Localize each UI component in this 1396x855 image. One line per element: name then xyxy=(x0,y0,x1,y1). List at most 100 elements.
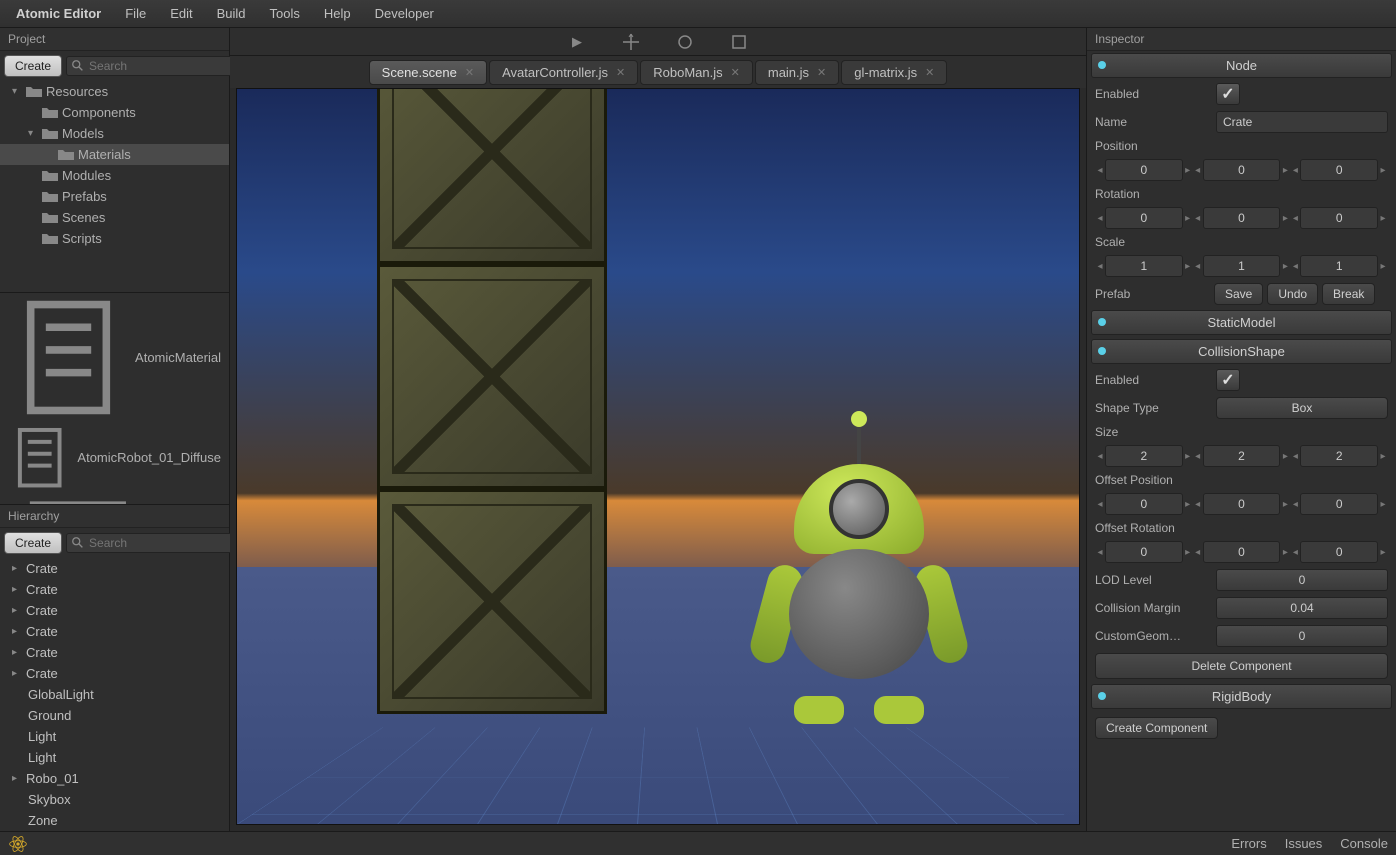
spinner-input[interactable] xyxy=(1203,493,1281,515)
decrement-icon[interactable]: ◂ xyxy=(1193,451,1203,462)
tree-item-folder[interactable]: Components xyxy=(0,102,229,123)
hierarchy-item[interactable]: ▸Robo_01 xyxy=(0,768,229,789)
increment-icon[interactable]: ▸ xyxy=(1183,213,1193,224)
hierarchy-item[interactable]: Ground xyxy=(0,705,229,726)
hierarchy-item[interactable]: Skybox xyxy=(0,789,229,810)
custom-geom-value[interactable]: 0 xyxy=(1216,625,1388,647)
asset-item[interactable]: AtomicRobot_01_Diffuse xyxy=(0,422,229,493)
decrement-icon[interactable]: ◂ xyxy=(1290,451,1300,462)
tree-item-folder[interactable]: Scripts xyxy=(0,228,229,249)
decrement-icon[interactable]: ◂ xyxy=(1095,451,1105,462)
size-x[interactable]: ◂▸ xyxy=(1095,445,1193,467)
hierarchy-item[interactable]: ▸Crate xyxy=(0,600,229,621)
rotation-y[interactable]: ◂▸ xyxy=(1193,207,1291,229)
rotate-tool-icon[interactable] xyxy=(673,30,697,54)
position-x[interactable]: ◂▸ xyxy=(1095,159,1193,181)
status-errors[interactable]: Errors xyxy=(1231,836,1266,851)
decrement-icon[interactable]: ◂ xyxy=(1193,261,1203,272)
spinner-input[interactable] xyxy=(1105,541,1183,563)
spinner-input[interactable] xyxy=(1300,541,1378,563)
hierarchy-item[interactable]: ▸Crate xyxy=(0,558,229,579)
collisionshape-section-header[interactable]: CollisionShape xyxy=(1091,339,1392,364)
increment-icon[interactable]: ▸ xyxy=(1280,213,1290,224)
prefab-save-button[interactable]: Save xyxy=(1214,283,1263,305)
close-icon[interactable]: ✕ xyxy=(925,66,934,79)
offset-pos-y[interactable]: ◂▸ xyxy=(1193,493,1291,515)
increment-icon[interactable]: ▸ xyxy=(1378,165,1388,176)
project-create-button[interactable]: Create xyxy=(4,55,62,77)
close-icon[interactable]: ✕ xyxy=(616,66,625,79)
scale-x[interactable]: ◂▸ xyxy=(1095,255,1193,277)
cs-enabled-checkbox[interactable] xyxy=(1216,369,1240,391)
hierarchy-item[interactable]: ▸Crate xyxy=(0,642,229,663)
spinner-input[interactable] xyxy=(1300,159,1378,181)
close-icon[interactable]: ✕ xyxy=(465,66,474,79)
increment-icon[interactable]: ▸ xyxy=(1378,547,1388,558)
size-z[interactable]: ◂▸ xyxy=(1290,445,1388,467)
decrement-icon[interactable]: ◂ xyxy=(1193,213,1203,224)
editor-tab[interactable]: main.js✕ xyxy=(755,60,839,85)
hierarchy-search[interactable] xyxy=(66,533,249,553)
project-search-input[interactable] xyxy=(89,59,244,73)
spinner-input[interactable] xyxy=(1300,207,1378,229)
tree-item-folder[interactable]: Prefabs xyxy=(0,186,229,207)
lod-level-value[interactable]: 0 xyxy=(1216,569,1388,591)
hierarchy-create-button[interactable]: Create xyxy=(4,532,62,554)
hierarchy-item[interactable]: ▸Crate xyxy=(0,663,229,684)
spinner-input[interactable] xyxy=(1300,255,1378,277)
spinner-input[interactable] xyxy=(1105,159,1183,181)
menu-help[interactable]: Help xyxy=(312,6,363,21)
collision-margin-value[interactable]: 0.04 xyxy=(1216,597,1388,619)
decrement-icon[interactable]: ◂ xyxy=(1095,165,1105,176)
delete-component-button[interactable]: Delete Component xyxy=(1095,653,1388,679)
create-component-button[interactable]: Create Component xyxy=(1095,717,1218,739)
hierarchy-item[interactable]: ▸Crate xyxy=(0,621,229,642)
spinner-input[interactable] xyxy=(1300,445,1378,467)
increment-icon[interactable]: ▸ xyxy=(1183,547,1193,558)
decrement-icon[interactable]: ◂ xyxy=(1290,499,1300,510)
menu-tools[interactable]: Tools xyxy=(258,6,312,21)
increment-icon[interactable]: ▸ xyxy=(1183,499,1193,510)
scene-viewport[interactable] xyxy=(236,88,1080,825)
spinner-input[interactable] xyxy=(1203,445,1281,467)
increment-icon[interactable]: ▸ xyxy=(1183,451,1193,462)
tree-item-folder[interactable]: Materials xyxy=(0,144,229,165)
hierarchy-search-input[interactable] xyxy=(89,536,244,550)
staticmodel-section-header[interactable]: StaticModel xyxy=(1091,310,1392,335)
decrement-icon[interactable]: ◂ xyxy=(1095,547,1105,558)
position-z[interactable]: ◂▸ xyxy=(1290,159,1388,181)
tree-item-folder[interactable]: ▾Resources xyxy=(0,81,229,102)
decrement-icon[interactable]: ◂ xyxy=(1095,261,1105,272)
spinner-input[interactable] xyxy=(1105,207,1183,229)
prefab-break-button[interactable]: Break xyxy=(1322,283,1375,305)
increment-icon[interactable]: ▸ xyxy=(1183,165,1193,176)
editor-tab[interactable]: Scene.scene✕ xyxy=(369,60,487,85)
rotation-x[interactable]: ◂▸ xyxy=(1095,207,1193,229)
shape-type-dropdown[interactable]: Box xyxy=(1216,397,1388,419)
decrement-icon[interactable]: ◂ xyxy=(1290,213,1300,224)
hierarchy-item[interactable]: Light xyxy=(0,726,229,747)
spinner-input[interactable] xyxy=(1105,493,1183,515)
decrement-icon[interactable]: ◂ xyxy=(1290,547,1300,558)
increment-icon[interactable]: ▸ xyxy=(1183,261,1193,272)
decrement-icon[interactable]: ◂ xyxy=(1193,547,1203,558)
node-section-header[interactable]: Node xyxy=(1091,53,1392,78)
decrement-icon[interactable]: ◂ xyxy=(1095,499,1105,510)
spinner-input[interactable] xyxy=(1300,493,1378,515)
editor-tab[interactable]: AvatarController.js✕ xyxy=(489,60,638,85)
menu-build[interactable]: Build xyxy=(205,6,258,21)
tree-item-folder[interactable]: Modules xyxy=(0,165,229,186)
play-icon[interactable]: ▶ xyxy=(565,30,589,54)
spinner-input[interactable] xyxy=(1105,445,1183,467)
decrement-icon[interactable]: ◂ xyxy=(1290,165,1300,176)
spinner-input[interactable] xyxy=(1203,541,1281,563)
scale-z[interactable]: ◂▸ xyxy=(1290,255,1388,277)
decrement-icon[interactable]: ◂ xyxy=(1193,165,1203,176)
scale-tool-icon[interactable] xyxy=(727,30,751,54)
increment-icon[interactable]: ▸ xyxy=(1378,499,1388,510)
increment-icon[interactable]: ▸ xyxy=(1378,261,1388,272)
hierarchy-item[interactable]: Light xyxy=(0,747,229,768)
menu-developer[interactable]: Developer xyxy=(363,6,446,21)
node-enabled-checkbox[interactable] xyxy=(1216,83,1240,105)
increment-icon[interactable]: ▸ xyxy=(1280,499,1290,510)
